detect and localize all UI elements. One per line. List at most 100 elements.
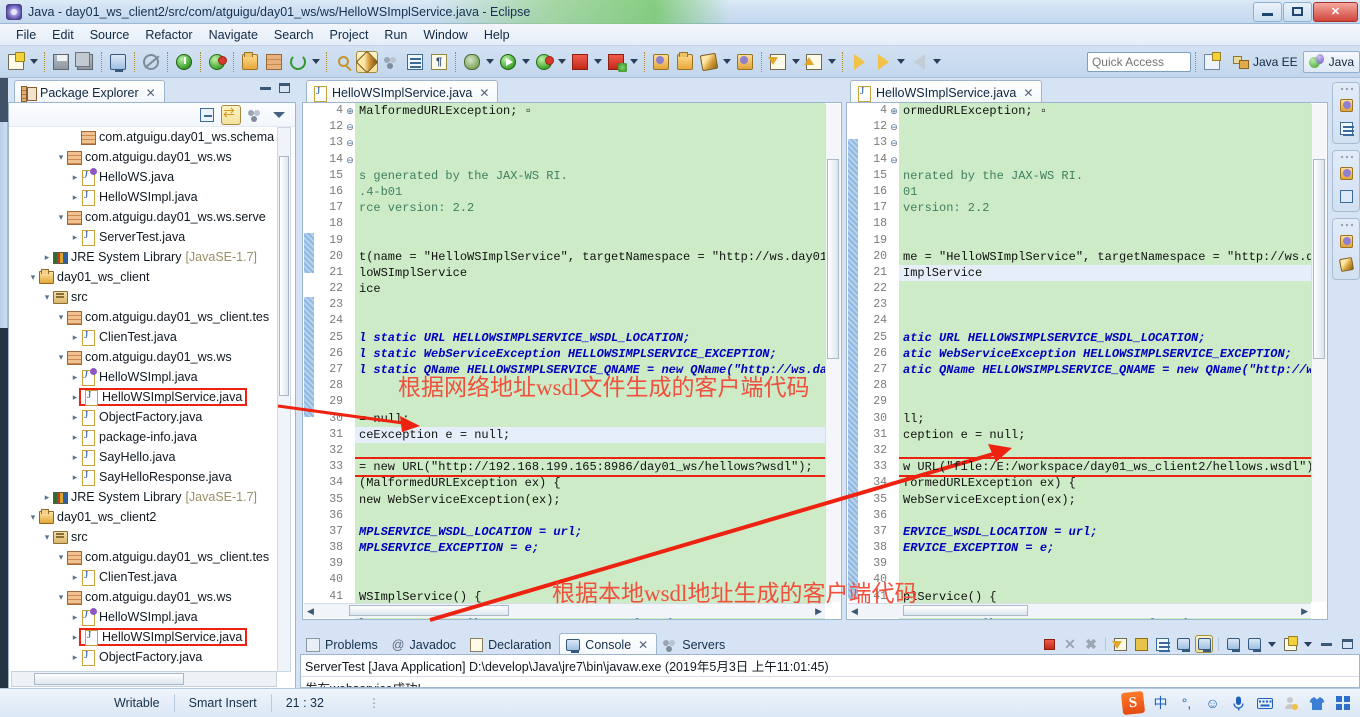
tree-item[interactable]: ▾ day01_ws_client [9, 267, 279, 287]
perspective-java[interactable]: Java [1302, 50, 1360, 73]
save-button[interactable] [50, 51, 72, 73]
code-line[interactable] [899, 135, 1311, 151]
drag-handle[interactable] [1339, 222, 1353, 228]
collapse-arrow-icon[interactable]: ▸ [69, 432, 81, 443]
code-line[interactable]: formedURLException ex) { [899, 475, 1311, 491]
new-package-button[interactable] [263, 51, 285, 73]
expand-arrow-icon[interactable]: ▾ [55, 352, 67, 363]
open-type-button[interactable] [380, 51, 402, 73]
collapse-all-button[interactable] [197, 105, 217, 125]
fold-toggle-icon[interactable]: ⊖ [345, 152, 355, 168]
expand-arrow-icon[interactable]: ▾ [41, 292, 53, 303]
tree-item[interactable]: ▾ com.atguigu.day01_ws.ws [9, 347, 279, 367]
close-button[interactable]: ✕ [1313, 1, 1358, 22]
toggle-markoccurrences-button[interactable] [355, 50, 379, 73]
collapse-arrow-icon[interactable]: ▸ [69, 412, 81, 423]
view-menu-button[interactable] [269, 105, 289, 125]
scrollbar-thumb[interactable] [279, 156, 289, 396]
editor-left-horizontal-scrollbar[interactable]: ◀ ▶ [304, 603, 825, 618]
fold-toggle-icon[interactable]: ⊕ [889, 103, 899, 119]
new-java-project-button[interactable] [239, 51, 261, 73]
skip-breakpoints-button[interactable] [140, 51, 162, 73]
menu-file[interactable]: File [8, 26, 44, 44]
code-line[interactable] [355, 443, 825, 459]
terminate-button[interactable] [1040, 635, 1058, 653]
code-line[interactable] [899, 119, 1311, 135]
code-line[interactable]: MPLSERVICE_EXCEPTION = e; [355, 540, 825, 556]
tree-vertical-scrollbar[interactable] [277, 127, 291, 672]
voice-icon[interactable] [1229, 694, 1248, 713]
editor-left-code-area[interactable]: 4 12 13 14 15 16 17 18 19 20 21 22 23 24 25 26 27 28 29 30 3… [303, 103, 841, 619]
code-line[interactable] [355, 152, 825, 168]
back-dropdown[interactable] [895, 51, 907, 73]
refresh-button[interactable] [287, 51, 309, 73]
tree-item[interactable]: ▾ com.atguigu.day01_ws_client.tes [9, 307, 279, 327]
collapse-arrow-icon[interactable]: ▸ [69, 172, 81, 183]
remove-launch-button[interactable]: ✕ [1061, 635, 1079, 653]
open-console-button[interactable] [107, 51, 129, 73]
tab-javadoc[interactable]: @ Javadoc [386, 633, 464, 654]
import-dropdown[interactable] [790, 51, 802, 73]
fold-toggle-icon[interactable]: ⊖ [889, 135, 899, 151]
tab-console[interactable]: Console ✕ [559, 633, 658, 654]
package-explorer-tab[interactable]: Package Explorer ✕ [14, 80, 165, 102]
code-line[interactable] [355, 135, 825, 151]
keyboard-icon[interactable] [1255, 694, 1274, 713]
collapse-arrow-icon[interactable]: ▸ [69, 612, 81, 623]
menu-source[interactable]: Source [82, 26, 138, 44]
tree-item[interactable]: ▾ src [9, 527, 279, 547]
scrollbar-thumb[interactable] [903, 605, 1028, 616]
code-line[interactable] [355, 216, 825, 232]
code-line[interactable] [355, 313, 825, 329]
code-line[interactable]: (MalformedURLException ex) { [355, 475, 825, 491]
tree-item[interactable]: ▸ HelloWSImpl.java [9, 187, 279, 207]
tab-servers[interactable]: Servers [657, 633, 733, 654]
run-server-dropdown[interactable] [556, 51, 568, 73]
tree-item[interactable]: ▸ SayHelloResponse.java [9, 467, 279, 487]
show-console-on-output-button[interactable] [1174, 635, 1192, 653]
code-line[interactable] [355, 297, 825, 313]
code-line[interactable] [355, 394, 825, 410]
expand-arrow-icon[interactable]: ▾ [55, 312, 67, 323]
code-line[interactable] [899, 313, 1311, 329]
word-wrap-button[interactable] [1153, 635, 1171, 653]
editor-left-folding-ruler[interactable]: ⊕ ⊖ ⊖ ⊖ [345, 103, 355, 619]
tree-item[interactable]: ▸HelloWSImplService.java [9, 627, 279, 647]
code-line[interactable]: ll; [899, 411, 1311, 427]
tree-item[interactable]: com.atguigu.day01_ws.schema [9, 127, 279, 147]
code-line[interactable]: atic URL HELLOWSIMPLSERVICE_WSDL_LOCATIO… [899, 330, 1311, 346]
tree-item[interactable]: ▸ ObjectFactory.java [9, 407, 279, 427]
code-line[interactable]: ImplService [899, 264, 1311, 282]
code-line[interactable]: .4-b01 [355, 184, 825, 200]
fold-toggle-icon[interactable]: ⊖ [889, 152, 899, 168]
collapse-arrow-icon[interactable]: ▸ [69, 372, 81, 383]
code-line[interactable]: nerated by the JAX-WS RI. [899, 168, 1311, 184]
code-line[interactable]: ception e = null; [899, 427, 1311, 443]
expand-arrow-icon[interactable]: ▾ [27, 512, 39, 523]
code-line[interactable]: me = "HelloWSImplService", targetNamespa… [899, 249, 1311, 265]
fold-toggle-icon[interactable]: ⊖ [345, 119, 355, 135]
maximize-icon[interactable] [279, 83, 290, 93]
code-line[interactable]: ice [355, 281, 825, 297]
code-line[interactable] [899, 378, 1311, 394]
new-button[interactable] [5, 51, 27, 73]
editor-right-tab[interactable]: HelloWSImplService.java ✕ [850, 80, 1043, 102]
code-line[interactable]: loWSImplService [355, 265, 825, 281]
tree-item[interactable]: ▾ com.atguigu.day01_ws.ws.serve [9, 207, 279, 227]
code-line[interactable] [899, 572, 1311, 588]
menu-project[interactable]: Project [322, 26, 377, 44]
expand-arrow-icon[interactable]: ▾ [27, 272, 39, 283]
editor-right-folding-ruler[interactable]: ⊕ ⊖ ⊖ ⊖ [889, 103, 899, 619]
new-dropdown[interactable] [28, 51, 40, 73]
drag-handle[interactable] [1339, 86, 1353, 92]
stop-restart-dropdown[interactable] [628, 51, 640, 73]
minimize-icon[interactable] [260, 86, 271, 90]
code-line[interactable]: s generated by the JAX-WS RI. [355, 168, 825, 184]
test-web-service-button[interactable] [206, 51, 228, 73]
tree-item[interactable]: ▾ com.atguigu.day01_ws_client.tes [9, 547, 279, 567]
tree-item[interactable]: ▸ ClienTest.java [9, 567, 279, 587]
code-line[interactable]: w URL("file:/E:/workspace/day01_ws_clien… [899, 457, 1311, 478]
stop-dropdown[interactable] [592, 51, 604, 73]
menu-window[interactable]: Window [415, 26, 475, 44]
open-folder2-button[interactable] [674, 51, 696, 73]
